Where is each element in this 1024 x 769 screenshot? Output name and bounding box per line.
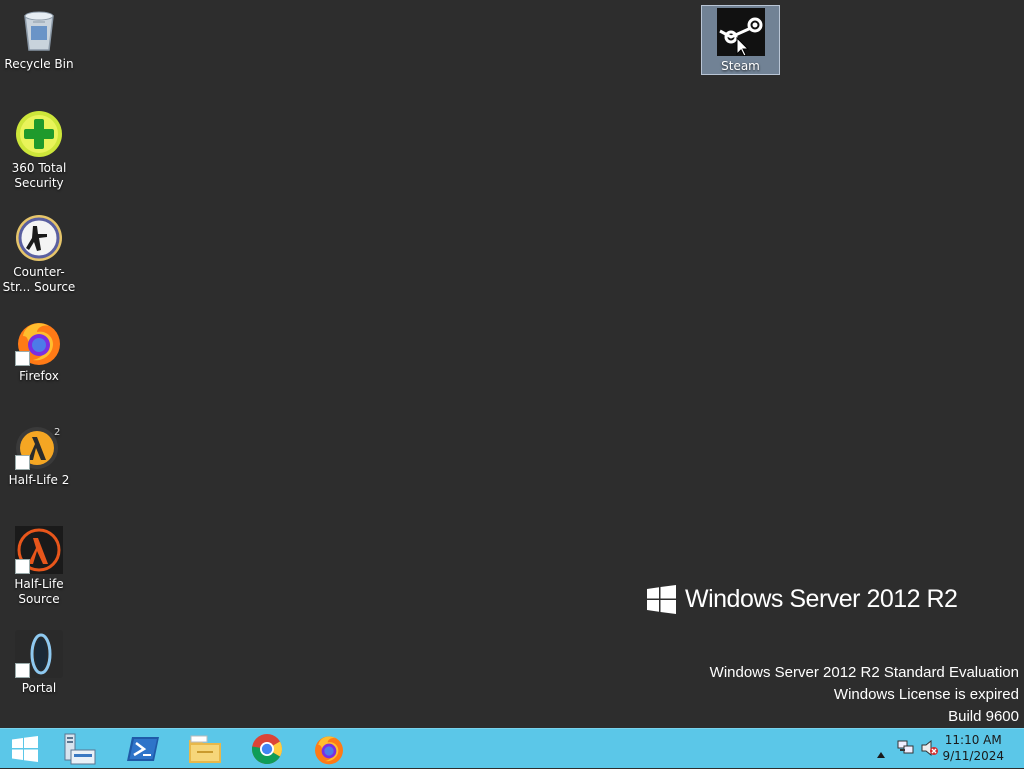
clock-date: 9/11/2024 bbox=[942, 749, 1004, 763]
watermark-build: Build 9600 bbox=[948, 708, 1019, 725]
desktop: Recycle Bin 360 Total Security Counter-S… bbox=[0, 0, 1024, 728]
taskbar: 11:10 AM 9/11/2024 bbox=[0, 728, 1024, 768]
desktop-icon-360-total-security[interactable]: 360 Total Security bbox=[0, 104, 78, 191]
server-manager-icon bbox=[64, 733, 96, 765]
steam-icon bbox=[716, 8, 765, 57]
desktop-icon-half-life-2[interactable]: 2 Half-Life 2 bbox=[0, 416, 78, 488]
svg-text:2: 2 bbox=[54, 427, 60, 438]
desktop-icon-firefox[interactable]: Firefox bbox=[0, 312, 78, 384]
firefox-icon bbox=[15, 318, 63, 366]
volume-muted-icon bbox=[921, 739, 938, 757]
show-hidden-icons-button[interactable] bbox=[876, 744, 886, 763]
desktop-icon-label: Steam bbox=[721, 59, 760, 73]
chrome-icon bbox=[251, 734, 282, 765]
desktop-icon-counter-strike-source[interactable]: Counter-Str... Source bbox=[0, 208, 78, 295]
windows-server-branding: Windows Server 2012 R2 bbox=[647, 583, 958, 615]
desktop-icon-recycle-bin[interactable]: Recycle Bin bbox=[0, 0, 78, 72]
shortcut-arrow-icon bbox=[15, 559, 30, 574]
desktop-icon-label: Half-Life Source bbox=[14, 577, 64, 606]
desktop-icon-label: Half-Life 2 bbox=[8, 473, 70, 487]
powershell-icon bbox=[127, 737, 159, 761]
half-life-2-icon: 2 bbox=[15, 422, 63, 470]
start-icon bbox=[12, 736, 38, 762]
windows-logo-icon bbox=[647, 584, 676, 614]
desktop-icon-half-life-source[interactable]: Half-Life Source bbox=[0, 520, 78, 607]
volume-tray-button[interactable] bbox=[921, 739, 939, 760]
counter-strike-source-icon bbox=[15, 214, 63, 262]
desktop-icon-label: 360 Total Security bbox=[11, 161, 67, 190]
360-total-security-icon bbox=[15, 110, 63, 158]
portal-icon bbox=[15, 630, 63, 678]
taskbar-powershell[interactable] bbox=[115, 729, 171, 769]
desktop-icon-label: Counter-Str... Source bbox=[2, 265, 76, 294]
desktop-icon-label: Portal bbox=[21, 681, 57, 695]
watermark-edition: Windows Server 2012 R2 Standard Evaluati… bbox=[709, 664, 1019, 681]
start-button[interactable] bbox=[0, 729, 50, 769]
system-clock[interactable]: 11:10 AM 9/11/2024 bbox=[942, 732, 1004, 764]
desktop-icon-label: Firefox bbox=[19, 369, 59, 383]
half-life-source-icon bbox=[15, 526, 63, 574]
clock-time: 11:10 AM bbox=[944, 733, 1002, 747]
shortcut-arrow-icon bbox=[15, 663, 30, 678]
file-explorer-icon bbox=[189, 735, 221, 763]
show-hidden-icons-icon bbox=[877, 752, 885, 758]
taskbar-firefox[interactable] bbox=[301, 729, 357, 769]
taskbar-server-manager[interactable] bbox=[52, 729, 108, 769]
branding-text: Windows Server 2012 R2 bbox=[685, 584, 958, 613]
watermark-license-status: Windows License is expired bbox=[833, 686, 1019, 703]
network-icon bbox=[897, 740, 914, 754]
recycle-bin-icon bbox=[15, 6, 63, 54]
firefox-icon bbox=[315, 736, 343, 765]
desktop-icon-steam[interactable]: Steam bbox=[701, 5, 780, 75]
taskbar-file-explorer[interactable] bbox=[177, 729, 233, 769]
network-tray-button[interactable] bbox=[897, 740, 915, 760]
shortcut-arrow-icon bbox=[15, 455, 30, 470]
license-watermark: Windows Server 2012 R2 Standard Evaluati… bbox=[710, 662, 1019, 728]
shortcut-arrow-icon bbox=[15, 351, 30, 366]
desktop-icon-label: Recycle Bin bbox=[4, 57, 74, 71]
taskbar-chrome[interactable] bbox=[239, 729, 295, 769]
desktop-icon-portal[interactable]: Portal bbox=[0, 624, 78, 696]
